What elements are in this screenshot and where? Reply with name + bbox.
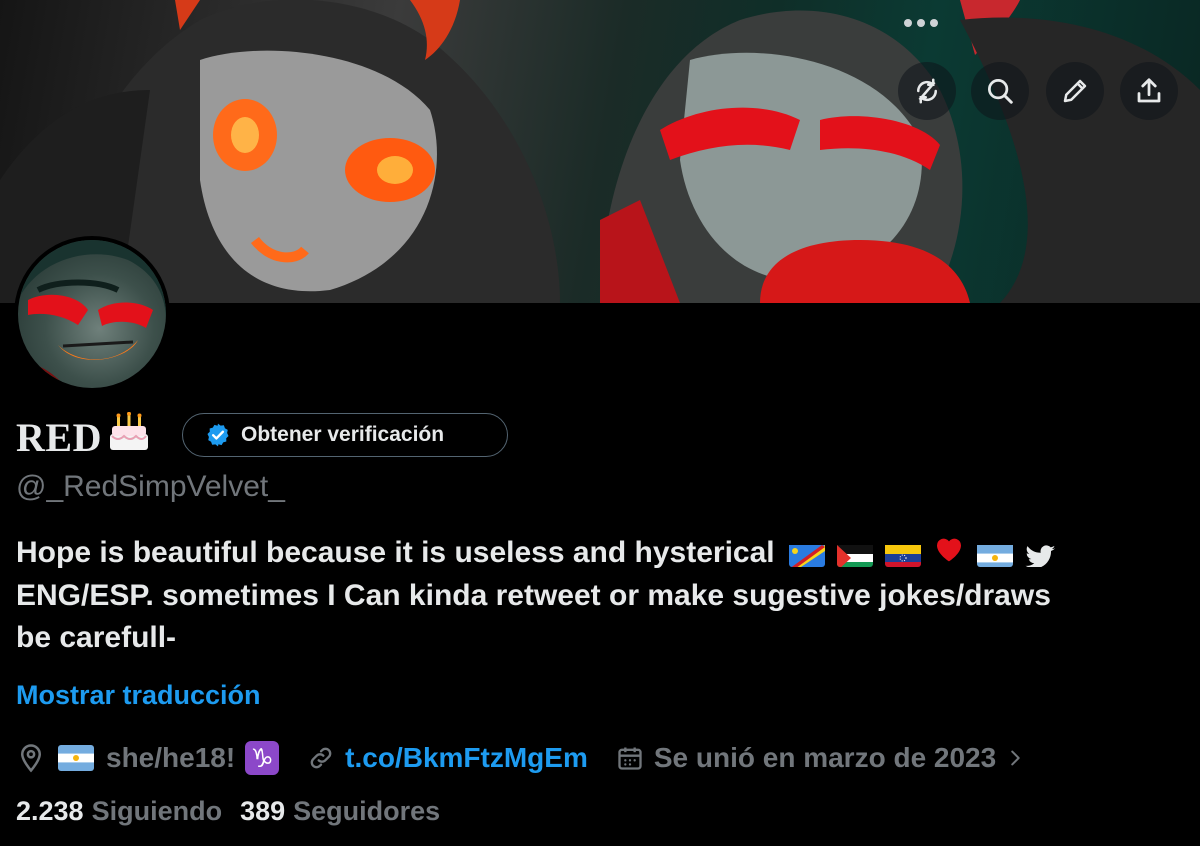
red-heart-icon	[933, 533, 965, 575]
pencil-icon	[1063, 79, 1087, 103]
search-button[interactable]	[971, 62, 1029, 120]
profile-handle: @_RedSimpVelvet_	[16, 470, 285, 503]
calendar-icon	[618, 747, 642, 770]
location-text: she/he18!	[106, 742, 236, 773]
bio-line-1: Hope is beautiful because it is useless …	[16, 536, 775, 569]
followers-count: 389	[240, 796, 286, 826]
follow-stats: 2.238 Siguiendo 389 Seguidores	[16, 796, 440, 827]
twitter-bird-icon	[1025, 541, 1057, 568]
flag-venezuela-icon	[884, 541, 921, 568]
chevron-right-icon	[1011, 750, 1020, 766]
verified-badge-icon	[207, 423, 229, 447]
profile-bio: Hope is beautiful because it is useless …	[16, 532, 1186, 659]
flag-argentina-icon	[58, 745, 94, 771]
refresh-button[interactable]	[898, 62, 956, 120]
get-verified-button[interactable]: Obtener verificación	[182, 413, 508, 457]
bio-line-2: ENG/ESP. sometimes I Can kinda retweet o…	[16, 579, 1051, 613]
followers-link[interactable]: 389 Seguidores	[240, 796, 440, 827]
joined-text: Se unió en marzo de 2023	[653, 742, 997, 773]
capricorn-icon: ♑	[245, 741, 280, 775]
search-icon	[988, 79, 1013, 104]
flag-palestine-icon	[836, 541, 873, 568]
show-translation-link[interactable]: Mostrar traducción	[16, 680, 261, 711]
location-item: she/he18! ♑	[16, 741, 280, 775]
flag-drc-icon	[788, 541, 825, 568]
following-link[interactable]: 2.238 Siguiendo	[16, 796, 222, 827]
profile-name-text: RED	[16, 414, 102, 460]
profile-name: RED	[16, 411, 152, 462]
avatar-image	[18, 240, 166, 388]
flag-argentina-icon	[976, 541, 1013, 568]
following-count: 2.238	[16, 796, 84, 826]
following-label: Siguiendo	[91, 796, 223, 826]
banner-artwork	[0, 0, 1200, 303]
share-icon	[1137, 78, 1161, 103]
location-pin-icon	[20, 744, 42, 773]
bio-line-3: be carefull-	[16, 621, 177, 655]
share-button[interactable]	[1120, 62, 1178, 120]
link-icon	[310, 747, 332, 769]
website-link[interactable]: t.co/BkmFtzMgEm	[345, 742, 588, 774]
joined-item[interactable]: Se unió en marzo de 2023	[616, 742, 1026, 774]
avatar[interactable]	[14, 236, 170, 392]
edit-button[interactable]	[1046, 62, 1104, 120]
profile-banner[interactable]	[0, 0, 1200, 303]
followers-label: Seguidores	[293, 796, 441, 826]
more-options-icon[interactable]	[896, 8, 946, 38]
get-verified-label: Obtener verificación	[241, 423, 445, 446]
refresh-icon	[916, 78, 938, 104]
birthday-cake-icon	[106, 411, 152, 462]
website-item[interactable]: t.co/BkmFtzMgEm	[307, 742, 588, 774]
profile-meta: she/he18! ♑ t.co/BkmFtzMgEm Se unió en m…	[16, 736, 1054, 780]
